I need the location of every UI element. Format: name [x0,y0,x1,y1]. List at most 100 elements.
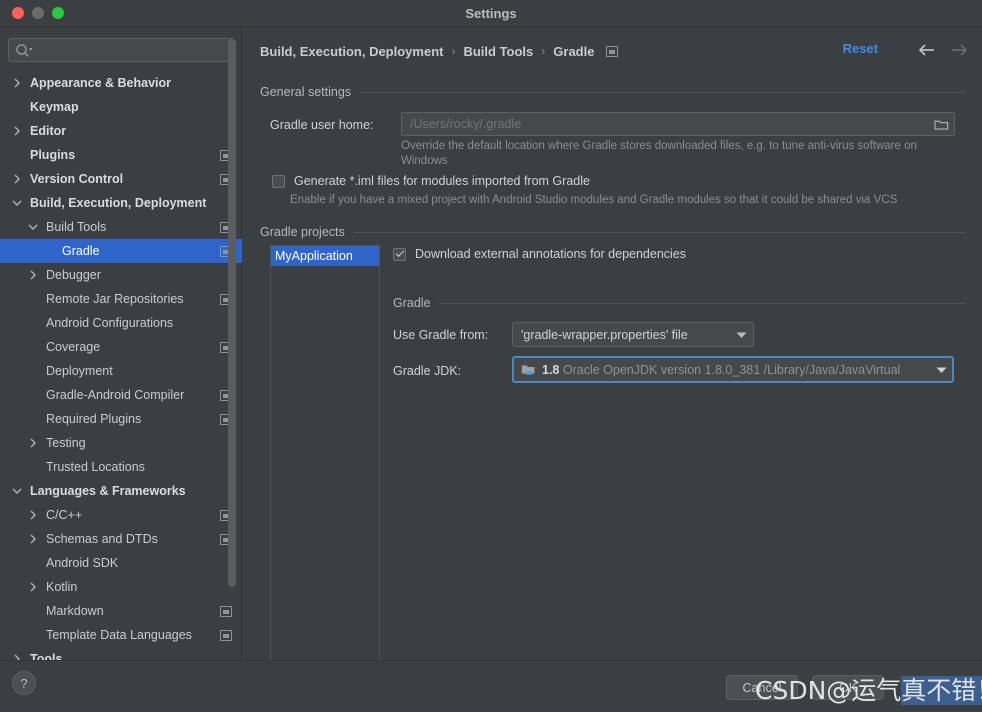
gradle-user-home-hint: Override the default location where Grad… [401,140,917,167]
use-gradle-from-value: 'gradle-wrapper.properties' file [521,327,688,342]
download-annotations-checkbox[interactable] [393,247,406,261]
chevron-right-icon[interactable] [10,647,24,660]
project-items: MyApplication [271,246,379,266]
sidebar-item-template-data-languages[interactable]: Template Data Languages [0,623,242,647]
generate-iml-label: Generate *.iml files for modules importe… [294,174,590,188]
gradle-jdk-value: 1.8 Oracle OpenJDK version 1.8.0_381 /Li… [542,362,901,377]
breadcrumb-item[interactable]: Gradle [553,44,594,59]
chevron-right-icon[interactable] [26,503,40,527]
breadcrumb-item[interactable]: Build Tools [463,44,533,59]
breadcrumb-separator: › [541,44,546,58]
download-annotations-row[interactable]: Download external annotations for depend… [393,247,686,261]
chevron-down-icon[interactable] [26,215,40,239]
sidebar-item-coverage[interactable]: Coverage [0,335,242,359]
gradle-jdk-label: Gradle JDK: [393,364,462,378]
search-box[interactable] [8,38,234,62]
sidebar-item-tools[interactable]: Tools [0,647,242,660]
use-gradle-from-label: Use Gradle from: [393,328,489,342]
sidebar-item-android-configurations[interactable]: Android Configurations [0,311,242,335]
sidebar-item-gradle[interactable]: Gradle [0,239,242,263]
sidebar-item-label: Markdown [46,604,104,618]
search-input[interactable] [35,39,231,61]
sidebar-item-required-plugins[interactable]: Required Plugins [0,407,242,431]
help-button[interactable]: ? [12,671,36,695]
gradle-projects-section-header: Gradle projects [260,224,965,240]
sidebar-item-label: Schemas and DTDs [46,532,158,546]
window-title: Settings [465,6,517,21]
sidebar-item-label: Appearance & Behavior [30,76,172,90]
sidebar-item-appearance-behavior[interactable]: Appearance & Behavior [0,71,242,95]
generate-iml-checkbox[interactable] [272,174,285,188]
chevron-right-icon[interactable] [26,527,40,551]
sidebar-item-trusted-locations[interactable]: Trusted Locations [0,455,242,479]
sidebar-item-languages-frameworks[interactable]: Languages & Frameworks [0,479,242,503]
jdk-folder-icon [521,363,537,377]
chevron-right-icon[interactable] [10,119,24,143]
folder-icon[interactable] [928,113,954,135]
general-settings-title: General settings [260,85,352,99]
sidebar-item-label: Version Control [30,172,124,186]
sidebar-item-build-execution-deployment[interactable]: Build, Execution, Deployment [0,191,242,215]
sidebar-item-debugger[interactable]: Debugger [0,263,242,287]
section-divider [359,91,965,93]
use-gradle-from-dropdown[interactable]: 'gradle-wrapper.properties' file [512,322,754,347]
sidebar-item-version-control[interactable]: Version Control [0,167,242,191]
sidebar-scrollbar[interactable] [228,39,236,587]
title-bar: Settings [0,0,982,27]
sidebar-item-plugins[interactable]: Plugins [0,143,242,167]
reset-button[interactable]: Reset [843,41,878,56]
chevron-right-icon[interactable] [10,167,24,191]
copy-settings-icon[interactable] [606,45,619,57]
gradle-subsection-title: Gradle [393,296,431,310]
sidebar-item-editor[interactable]: Editor [0,119,242,143]
sidebar-item-keymap[interactable]: Keymap [0,95,242,119]
sidebar-item-label: Languages & Frameworks [30,484,186,498]
sidebar-item-label: Plugins [30,148,76,162]
sidebar-item-label: Coverage [46,340,101,354]
chevron-down-icon [935,364,947,376]
copy-settings-icon[interactable] [220,605,232,617]
chevron-right-icon[interactable] [26,431,40,455]
ok-button[interactable]: OK [812,675,884,700]
sidebar-item-label: Keymap [30,100,79,114]
cancel-button[interactable]: Cancel [726,675,798,700]
search-icon [15,43,33,59]
gradle-user-home-label: Gradle user home: [270,118,374,132]
copy-settings-icon[interactable] [220,629,232,641]
gradle-jdk-dropdown[interactable]: 1.8 Oracle OpenJDK version 1.8.0_381 /Li… [512,356,954,383]
sidebar-item-markdown[interactable]: Markdown [0,599,242,623]
sidebar-item-android-sdk[interactable]: Android SDK [0,551,242,575]
sidebar-item-build-tools[interactable]: Build Tools [0,215,242,239]
sidebar-item-deployment[interactable]: Deployment [0,359,242,383]
gradle-user-home-input[interactable] [402,113,928,135]
sidebar-item-label: Testing [46,436,86,450]
chevron-down-icon[interactable] [10,479,24,503]
chevron-right-icon[interactable] [26,575,40,599]
gradle-user-home-field[interactable] [401,112,955,136]
gradle-projects-title: Gradle projects [260,225,345,239]
settings-tree: Appearance & Behavior Keymap Editor Plugins… [0,71,242,660]
sidebar-item-kotlin[interactable]: Kotlin [0,575,242,599]
sidebar-item-testing[interactable]: Testing [0,431,242,455]
gradle-subsection-header: Gradle [393,295,965,311]
chevron-right-icon[interactable] [26,263,40,287]
chevron-right-icon[interactable] [10,71,24,95]
chevron-down-icon[interactable] [10,191,24,215]
sidebar-item-c-c[interactable]: C/C++ [0,503,242,527]
sidebar-item-remote-jar-repositories[interactable]: Remote Jar Repositories [0,287,242,311]
arrow-right-icon[interactable] [948,40,970,60]
breadcrumb-item[interactable]: Build, Execution, Deployment [260,44,443,59]
sidebar-item-label: Trusted Locations [46,460,145,474]
project-list-item[interactable]: MyApplication [271,246,379,266]
sidebar-item-label: Android Configurations [46,316,174,330]
section-divider [438,302,965,304]
generate-iml-row[interactable]: Generate *.iml files for modules importe… [272,174,590,188]
sidebar-item-label: Tools [30,652,63,660]
arrow-left-icon[interactable] [916,40,938,60]
sidebar-item-schemas-and-dtds[interactable]: Schemas and DTDs [0,527,242,551]
sidebar-item-gradle-android-compiler[interactable]: Gradle-Android Compiler [0,383,242,407]
download-annotations-label: Download external annotations for depend… [415,247,687,261]
gradle-project-list[interactable]: MyApplication [270,245,380,675]
sidebar-item-label: Debugger [46,268,101,282]
sidebar-item-label: Deployment [46,364,113,378]
